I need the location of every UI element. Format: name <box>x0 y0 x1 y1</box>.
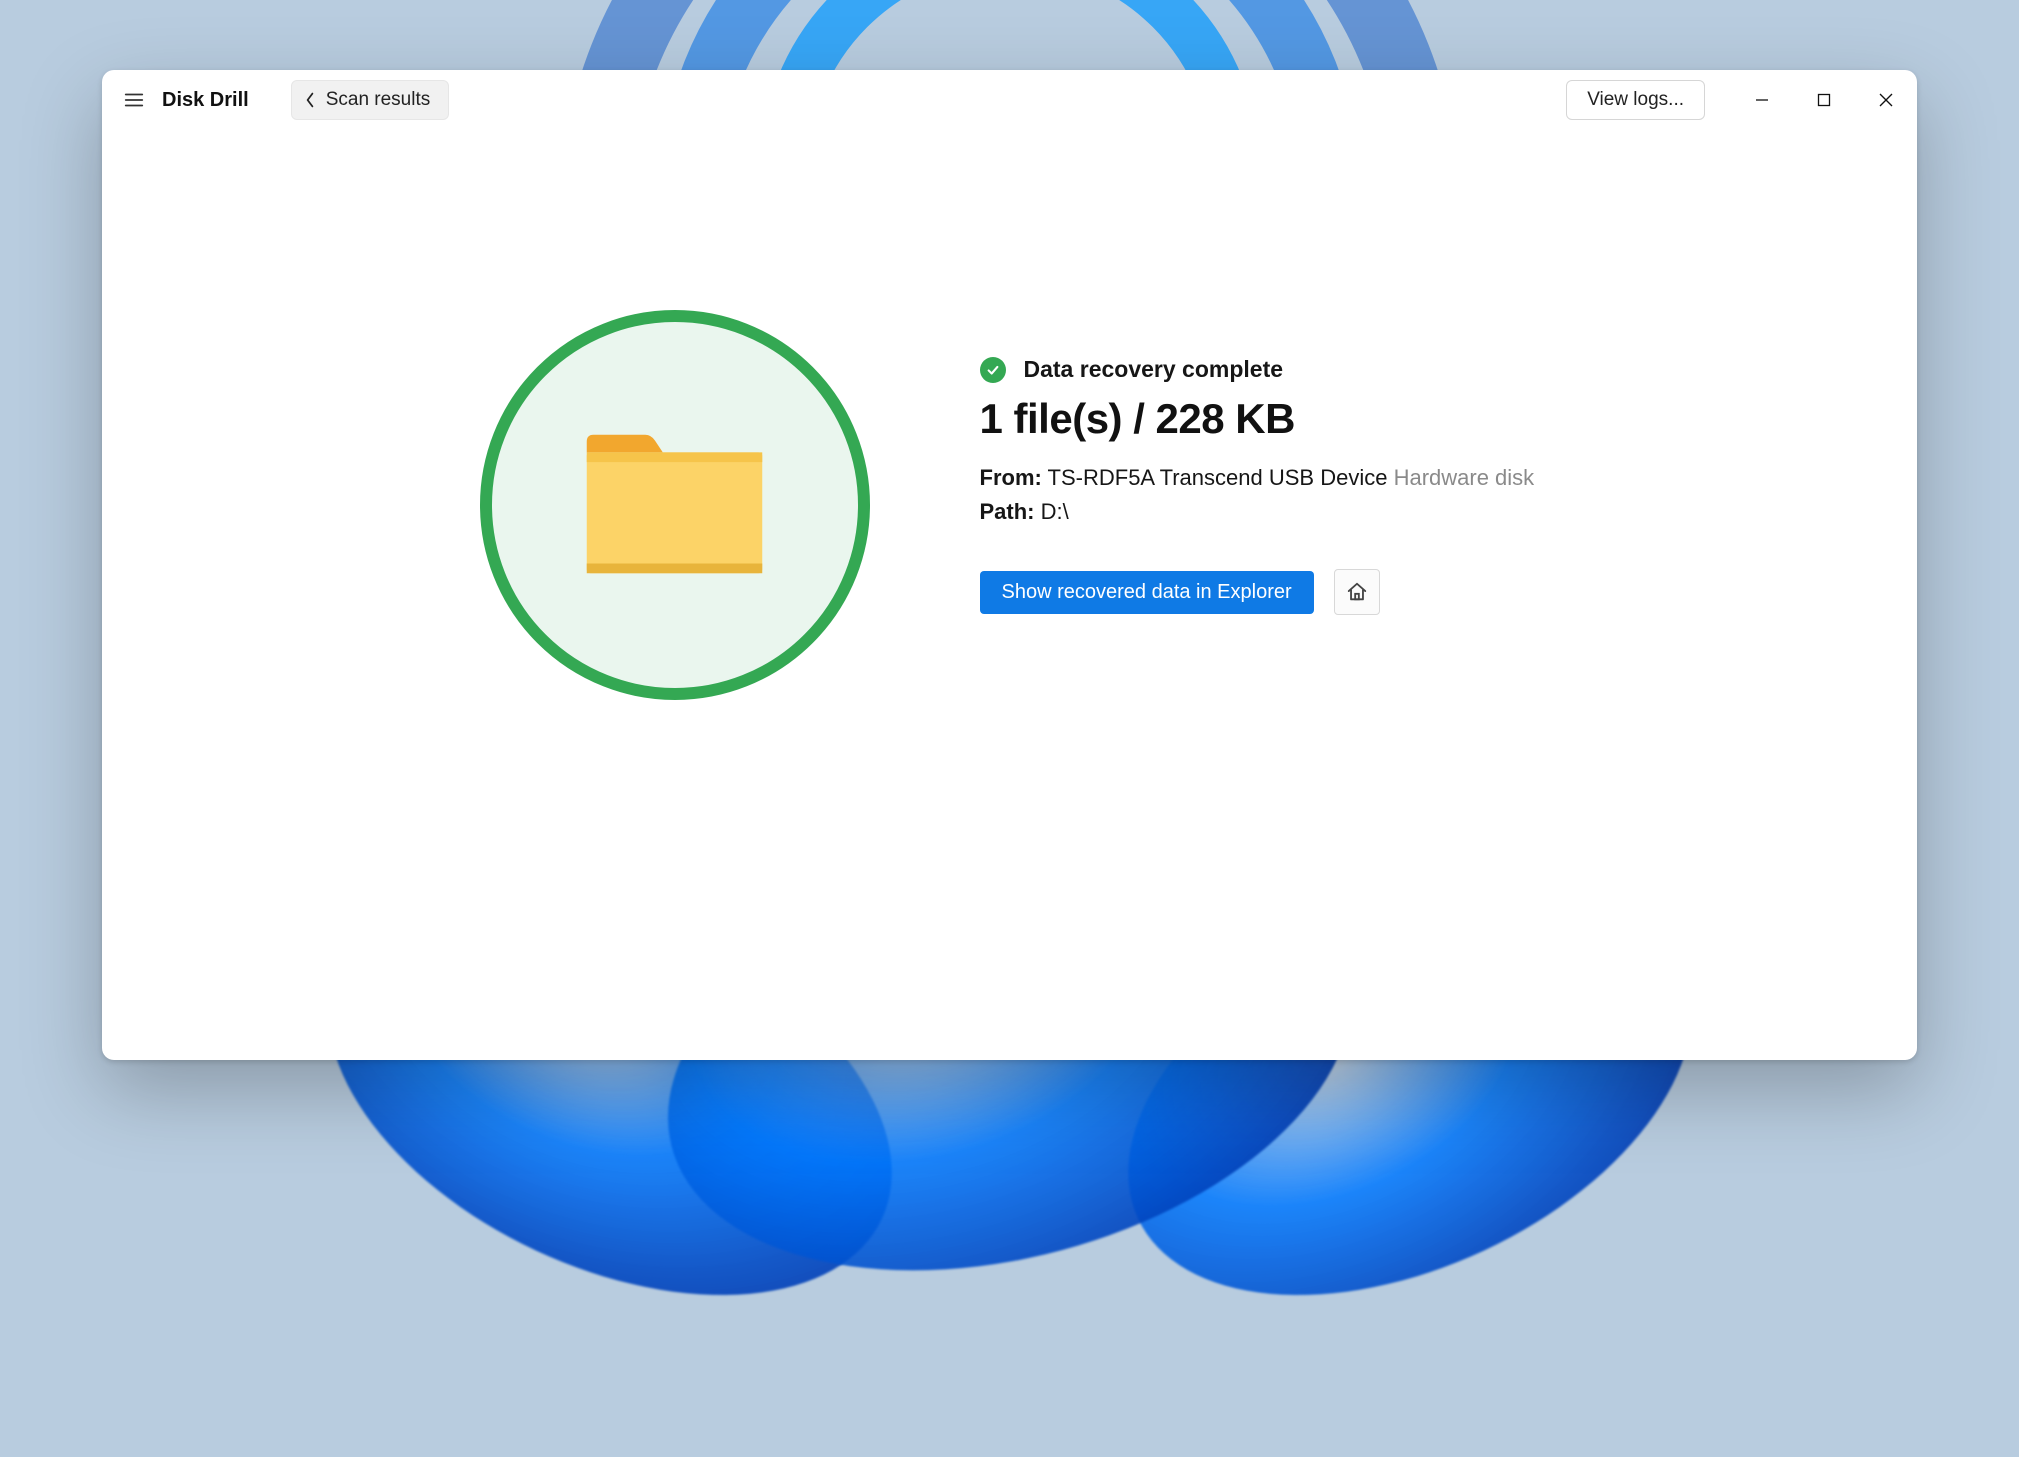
home-icon <box>1346 581 1368 603</box>
window-controls <box>1731 70 1917 130</box>
show-in-explorer-button[interactable]: Show recovered data in Explorer <box>980 571 1314 614</box>
status-row: Data recovery complete <box>980 356 1540 383</box>
home-button[interactable] <box>1334 569 1380 615</box>
hamburger-icon <box>123 89 145 111</box>
success-check-icon <box>980 357 1006 383</box>
titlebar: Disk Drill Scan results View logs... <box>102 70 1917 130</box>
from-device: TS-RDF5A Transcend USB Device <box>1048 465 1388 490</box>
close-icon <box>1879 93 1893 107</box>
chevron-left-icon <box>304 92 316 108</box>
minimize-button[interactable] <box>1731 70 1793 130</box>
from-type: Hardware disk <box>1394 465 1535 490</box>
path-value: D:\ <box>1041 499 1069 524</box>
folder-icon <box>577 425 772 585</box>
path-label: Path: <box>980 499 1035 524</box>
maximize-icon <box>1817 93 1831 107</box>
view-logs-button[interactable]: View logs... <box>1566 80 1705 120</box>
minimize-icon <box>1755 93 1769 107</box>
success-illustration <box>480 310 870 700</box>
back-button-label: Scan results <box>326 89 431 111</box>
back-button[interactable]: Scan results <box>291 80 450 120</box>
close-button[interactable] <box>1855 70 1917 130</box>
from-label: From: <box>980 465 1042 490</box>
status-text: Data recovery complete <box>1024 356 1284 383</box>
from-line: From: TS-RDF5A Transcend USB Device Hard… <box>980 465 1540 491</box>
hamburger-menu-button[interactable] <box>120 86 148 114</box>
action-row: Show recovered data in Explorer <box>980 569 1540 615</box>
app-title: Disk Drill <box>162 89 249 112</box>
result-content: Data recovery complete 1 file(s) / 228 K… <box>102 130 1917 1060</box>
path-line: Path: D:\ <box>980 499 1540 525</box>
result-details: Data recovery complete 1 file(s) / 228 K… <box>980 310 1540 615</box>
maximize-button[interactable] <box>1793 70 1855 130</box>
app-window: Disk Drill Scan results View logs... <box>102 70 1917 1060</box>
result-headline: 1 file(s) / 228 KB <box>980 395 1540 443</box>
